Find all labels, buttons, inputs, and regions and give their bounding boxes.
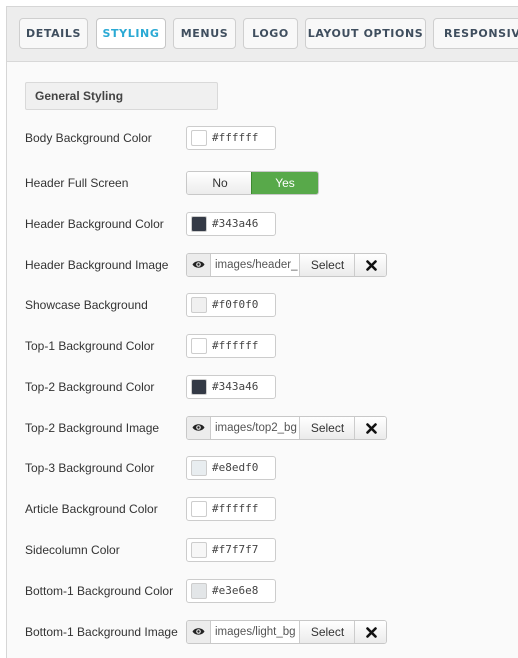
setting-row-top-1-background-color: Top-1 Background Color #ffffff: [7, 334, 518, 358]
article-background-color-color-input[interactable]: #ffffff: [186, 497, 276, 521]
top-3-background-color-color-input[interactable]: #e8edf0: [186, 456, 276, 480]
top-3-background-color-label: Top-3 Background Color: [25, 461, 155, 475]
color-swatch[interactable]: [191, 297, 207, 313]
setting-row-sidecolumn-color: Sidecolumn Color #f7f7f7: [7, 538, 518, 562]
tab-logo[interactable]: LOGO: [243, 18, 298, 49]
setting-row-header-background-image: Header Background Image images/header_ Sel…: [7, 253, 518, 277]
sidecolumn-color-label: Sidecolumn Color: [25, 543, 120, 557]
color-swatch[interactable]: [191, 583, 207, 599]
top-1-background-color-label: Top-1 Background Color: [25, 339, 155, 353]
tab-bar: DETAILS STYLING MENUS LOGO LAYOUT OPTION…: [7, 7, 518, 62]
setting-row-body-background-color: Body Background Color #ffffff: [7, 126, 518, 150]
color-swatch[interactable]: [191, 216, 207, 232]
image-path-input[interactable]: images/header_: [211, 254, 299, 276]
body-background-color-color-input[interactable]: #ffffff: [186, 126, 276, 150]
header-full-screen-label: Header Full Screen: [25, 176, 129, 190]
toggle-option-yes[interactable]: Yes: [251, 172, 318, 194]
select-image-button[interactable]: Select: [299, 254, 355, 276]
bottom-1-background-image-label: Bottom-1 Background Image: [25, 625, 178, 639]
bottom-1-background-color-label: Bottom-1 Background Color: [25, 584, 174, 598]
color-hex-value[interactable]: #ffffff: [212, 127, 258, 149]
color-hex-value[interactable]: #f0f0f0: [212, 294, 258, 316]
tab-responsive[interactable]: RESPONSIVE: [433, 18, 518, 49]
article-background-color-label: Article Background Color: [25, 502, 158, 516]
tab-styling[interactable]: STYLING: [96, 18, 166, 49]
toggle-option-no[interactable]: No: [187, 172, 253, 194]
top-2-background-image-media-field: images/top2_bg Select: [186, 416, 387, 440]
setting-row-header-full-screen: Header Full Screen No Yes: [7, 171, 518, 195]
body-background-color-label: Body Background Color: [25, 131, 152, 145]
color-hex-value[interactable]: #f7f7f7: [212, 539, 258, 561]
module-settings-panel: DETAILS STYLING MENUS LOGO LAYOUT OPTION…: [6, 6, 518, 658]
top-2-background-color-label: Top-2 Background Color: [25, 380, 155, 394]
color-swatch[interactable]: [191, 338, 207, 354]
bottom-1-background-image-media-field: images/light_bg Select: [186, 620, 387, 644]
setting-row-top-3-background-color: Top-3 Background Color #e8edf0: [7, 456, 518, 480]
setting-row-bottom-1-background-color: Bottom-1 Background Color #e3e6e8: [7, 579, 518, 603]
close-x-icon[interactable]: [354, 254, 386, 276]
eye-icon[interactable]: [187, 254, 211, 276]
sidecolumn-color-color-input[interactable]: #f7f7f7: [186, 538, 276, 562]
select-image-button[interactable]: Select: [299, 621, 355, 643]
top-2-background-image-label: Top-2 Background Image: [25, 421, 160, 435]
color-swatch[interactable]: [191, 542, 207, 558]
setting-row-header-background-color: Header Background Color #343a46: [7, 212, 518, 236]
header-background-color-color-input[interactable]: #343a46: [186, 212, 276, 236]
setting-row-bottom-1-background-image: Bottom-1 Background Image images/light_bg…: [7, 620, 518, 644]
bottom-1-background-color-color-input[interactable]: #e3e6e8: [186, 579, 276, 603]
header-full-screen-toggle[interactable]: No Yes: [186, 171, 319, 195]
color-hex-value[interactable]: #343a46: [212, 213, 258, 235]
setting-row-top-2-background-image: Top-2 Background Image images/top2_bg Sele…: [7, 416, 518, 440]
eye-icon[interactable]: [187, 417, 211, 439]
color-hex-value[interactable]: #343a46: [212, 376, 258, 398]
eye-icon[interactable]: [187, 621, 211, 643]
setting-row-article-background-color: Article Background Color #ffffff: [7, 497, 518, 521]
image-path-input[interactable]: images/top2_bg: [211, 417, 299, 439]
setting-row-top-2-background-color: Top-2 Background Color #343a46: [7, 375, 518, 399]
header-background-image-media-field: images/header_ Select: [186, 253, 387, 277]
top-1-background-color-color-input[interactable]: #ffffff: [186, 334, 276, 358]
image-path-input[interactable]: images/light_bg: [211, 621, 299, 643]
top-2-background-color-color-input[interactable]: #343a46: [186, 375, 276, 399]
close-x-icon[interactable]: [354, 417, 386, 439]
section-header-general-styling: General Styling: [25, 82, 218, 110]
header-background-color-label: Header Background Color: [25, 217, 164, 231]
tab-menus[interactable]: MENUS: [173, 18, 236, 49]
color-swatch[interactable]: [191, 501, 207, 517]
setting-row-showcase-background: Showcase Background #f0f0f0: [7, 293, 518, 317]
tab-layout-options[interactable]: LAYOUT OPTIONS: [305, 18, 426, 49]
showcase-background-label: Showcase Background: [25, 298, 148, 312]
showcase-background-color-input[interactable]: #f0f0f0: [186, 293, 276, 317]
tab-details[interactable]: DETAILS: [19, 18, 88, 49]
color-swatch[interactable]: [191, 130, 207, 146]
close-x-icon[interactable]: [354, 621, 386, 643]
color-swatch[interactable]: [191, 379, 207, 395]
color-hex-value[interactable]: #e8edf0: [212, 457, 258, 479]
color-hex-value[interactable]: #e3e6e8: [212, 580, 258, 602]
color-hex-value[interactable]: #ffffff: [212, 498, 258, 520]
select-image-button[interactable]: Select: [299, 417, 355, 439]
color-hex-value[interactable]: #ffffff: [212, 335, 258, 357]
header-background-image-label: Header Background Image: [25, 258, 169, 272]
color-swatch[interactable]: [191, 460, 207, 476]
